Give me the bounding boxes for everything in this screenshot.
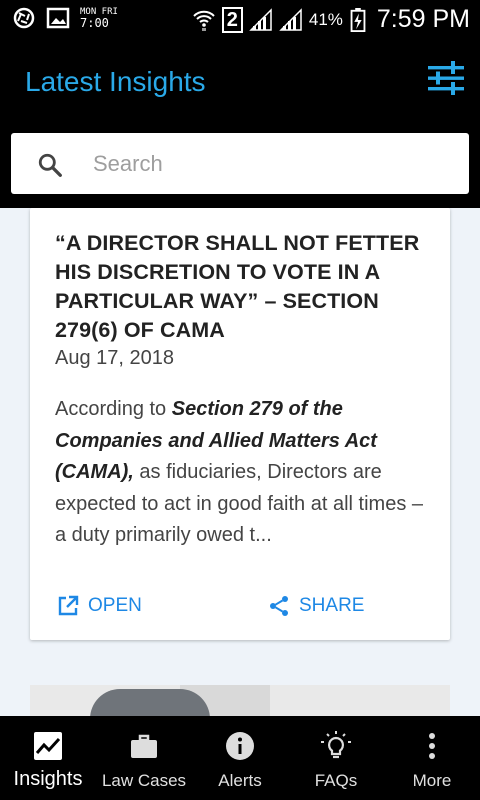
- more-vert-icon: [429, 733, 435, 759]
- insight-title: “A DIRECTOR SHALL NOT FETTER HIS DISCRET…: [55, 231, 420, 342]
- share-button[interactable]: SHARE: [267, 594, 364, 618]
- nav-item-more[interactable]: More: [384, 716, 480, 800]
- status-bar: MON FRI 7:00 2 41% 7:59 PM: [0, 0, 480, 38]
- insight-card[interactable]: “A DIRECTOR SHALL NOT FETTER HIS DISCRET…: [30, 208, 450, 640]
- search-input[interactable]: [93, 147, 453, 181]
- aperture-icon: [13, 7, 35, 29]
- nav-label-insights: Insights: [13, 768, 83, 790]
- open-in-new-icon: [58, 595, 79, 616]
- signal-icon-2: [279, 7, 302, 31]
- mini-clock-widget: MON FRI 7:00: [80, 7, 118, 29]
- share-label: SHARE: [299, 595, 365, 616]
- share-icon: [270, 596, 288, 616]
- insight-date: Aug 17, 2018: [55, 347, 174, 369]
- nav-label-law-cases: Law Cases: [101, 771, 187, 790]
- filter-button[interactable]: [426, 58, 466, 98]
- info-icon: [226, 732, 254, 760]
- nav-item-faqs[interactable]: FAQs: [288, 716, 384, 800]
- signal-icon: [249, 7, 272, 31]
- status-time: 7:59 PM: [376, 5, 470, 33]
- open-button[interactable]: OPEN: [56, 594, 142, 618]
- open-label: OPEN: [88, 595, 142, 616]
- mini-clock-time: 7:00: [80, 16, 109, 30]
- excerpt-intro: According to: [55, 398, 172, 420]
- nav-label-more: More: [412, 771, 452, 790]
- gallery-icon: [46, 7, 70, 29]
- wifi-icon: [193, 10, 215, 31]
- insight-excerpt: According to Section 279 of the Companie…: [55, 394, 430, 552]
- lightbulb-icon: [321, 731, 351, 759]
- battery-charging-icon: [350, 7, 366, 32]
- nav-item-insights[interactable]: Insights: [0, 716, 96, 800]
- search-icon: [38, 153, 62, 177]
- app-bar: Latest Insights: [0, 38, 480, 208]
- battery-percent: 41%: [308, 9, 343, 29]
- tune-icon: [428, 61, 464, 95]
- sim-badge: 2: [221, 6, 243, 33]
- nav-item-law-cases[interactable]: Law Cases: [96, 716, 192, 800]
- nav-item-alerts[interactable]: Alerts: [192, 716, 288, 800]
- page-title: Latest Insights: [25, 66, 206, 97]
- nav-label-faqs: FAQs: [314, 771, 358, 790]
- search-bar[interactable]: [11, 133, 469, 194]
- bottom-navigation: Insights Law Cases Alerts FAQs More: [0, 716, 480, 800]
- nav-label-alerts: Alerts: [218, 771, 262, 790]
- briefcase-icon: [131, 734, 157, 758]
- chart-icon: [34, 732, 62, 760]
